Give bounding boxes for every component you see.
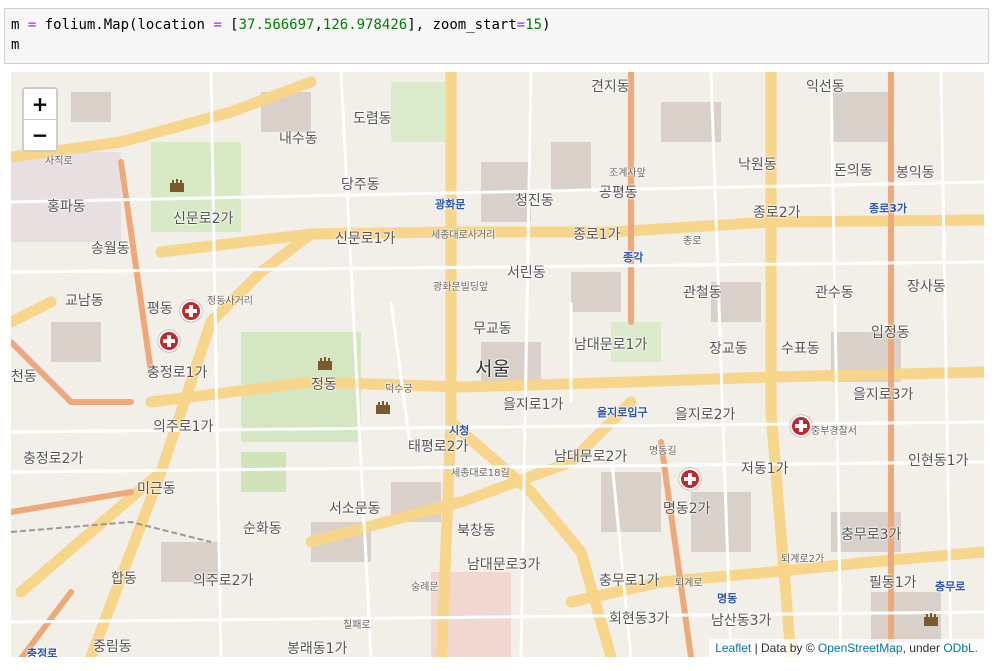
map-label: 을지로입구 [597, 406, 648, 419]
map-label: 봉래동1가 [287, 641, 348, 657]
map-label: 천동 [11, 369, 37, 385]
odbl-link[interactable]: ODbL. [943, 641, 978, 655]
map-label: 인현동1가 [908, 453, 969, 469]
code-line-2: m [11, 37, 20, 53]
map-label: 순화동 [243, 521, 282, 537]
map-label: 중림동 [93, 639, 132, 655]
map-label: 세종대로사거리 [431, 230, 496, 241]
map-label: 남대문로2가 [554, 449, 628, 465]
map-label: 광화문 [435, 198, 466, 211]
map-label: 종로2가 [753, 205, 801, 221]
map-label: 청진동 [515, 193, 554, 209]
map-label: 중부경찰서 [811, 426, 857, 437]
map-label: 입정동 [871, 325, 910, 341]
map-label: 회현동3가 [609, 611, 670, 627]
map-label: 충무로1가 [599, 573, 660, 589]
map-label: 수표동 [781, 341, 820, 357]
map-label: 사직로 [45, 156, 73, 167]
map-label: 퇴계로2가 [781, 554, 825, 565]
map-label: 관수동 [815, 285, 854, 301]
hospital-icon [790, 415, 812, 437]
map-label: 세종대로18길 [451, 468, 510, 479]
palace-icon [318, 357, 332, 370]
hospital-icon [180, 300, 202, 322]
map-label: 무교동 [473, 321, 512, 337]
map-label: 낙원동 [738, 157, 777, 173]
hospital-icon [679, 468, 701, 490]
map-label: 북창동 [457, 523, 496, 539]
map-label: 당주동 [341, 177, 380, 193]
map-label: 교남동 [65, 293, 104, 309]
map-label: 태평로2가 [408, 439, 469, 455]
map-label: 저동1가 [741, 461, 789, 477]
map-label: 남대문로1가 [574, 337, 648, 353]
map-label: 서린동 [507, 265, 546, 281]
map-label: 익선동 [806, 79, 845, 95]
map-label: 조계사앞 [609, 168, 646, 179]
map-viewport[interactable]: + − 견지동 익선동 내수동 도렴동 사직로 당주동 조계사앞 공평동 낙원동… [11, 72, 984, 657]
map-label: 을지로1가 [503, 397, 564, 413]
map-label: 을지로3가 [853, 387, 914, 403]
map-label: 장사동 [907, 279, 946, 295]
zoom-in-button[interactable]: + [24, 89, 56, 119]
map-label: 충정로1가 [147, 365, 208, 381]
map-label: 서울 [475, 358, 510, 380]
map-label: 충무로 [935, 580, 966, 593]
map-label: 충정로 [27, 647, 58, 657]
map-label: 충정로2가 [23, 451, 84, 467]
map-label: 합동 [111, 571, 137, 587]
hospital-icon [158, 330, 180, 352]
map-label: 의주로1가 [153, 419, 214, 435]
map-label: 장교동 [709, 341, 748, 357]
map-label: 공평동 [599, 185, 638, 201]
map-label: 돈의동 [834, 163, 873, 179]
map-label: 신문로1가 [335, 231, 396, 247]
zoom-out-button[interactable]: − [24, 119, 56, 150]
code-line-1: m = folium.Map(location = [37.566697,126… [11, 17, 551, 33]
leaflet-link[interactable]: Leaflet [715, 641, 751, 655]
map-label: 도렴동 [353, 111, 392, 127]
code-cell-input[interactable]: m = folium.Map(location = [37.566697,126… [4, 8, 989, 64]
map-label: 종로3가 [869, 202, 908, 215]
map-label: 의주로2가 [193, 573, 254, 589]
palace-icon [376, 401, 390, 414]
map-label: 종각 [623, 251, 644, 264]
map-label: 을지로2가 [675, 407, 736, 423]
map-label: 평동 [147, 301, 173, 317]
map-label: 남대문로3가 [467, 557, 541, 573]
map-label: 남산동3가 [711, 613, 772, 629]
map-label: 종로1가 [573, 227, 621, 243]
map-attribution: Leaflet | Data by © OpenStreetMap, under… [709, 639, 984, 657]
map-label: 서소문동 [329, 501, 381, 517]
palace-icon [170, 179, 184, 192]
map-label: 필동1가 [869, 575, 917, 591]
map-label: 종로 [683, 236, 702, 247]
map-label: 충무로3가 [841, 527, 902, 543]
zoom-control: + − [22, 87, 58, 152]
map-label: 봉익동 [896, 165, 935, 181]
map-label: 내수동 [279, 131, 318, 147]
map-label: 정동 [311, 377, 337, 393]
map-label: 명동 [717, 592, 738, 605]
map-label: 미근동 [137, 481, 176, 497]
map-label: 송월동 [91, 241, 130, 257]
map-label: 견지동 [591, 79, 630, 95]
map-label: 퇴계로 [675, 578, 703, 589]
palace-icon [924, 613, 938, 626]
map-label: 덕수궁 [385, 384, 413, 395]
map-label: 신문로2가 [173, 211, 234, 227]
map-label: 홍파동 [47, 199, 86, 215]
map-label: 숭례문 [411, 582, 439, 593]
map-label: 칠패로 [343, 620, 371, 631]
map-label: 명동2가 [663, 501, 711, 517]
map-label: 관철동 [683, 285, 722, 301]
map-label: 정동사거리 [207, 296, 253, 307]
map-label: 명동길 [649, 446, 677, 457]
map-label: 광화문빌딩앞 [433, 282, 489, 293]
openstreetmap-link[interactable]: OpenStreetMap [818, 641, 903, 655]
